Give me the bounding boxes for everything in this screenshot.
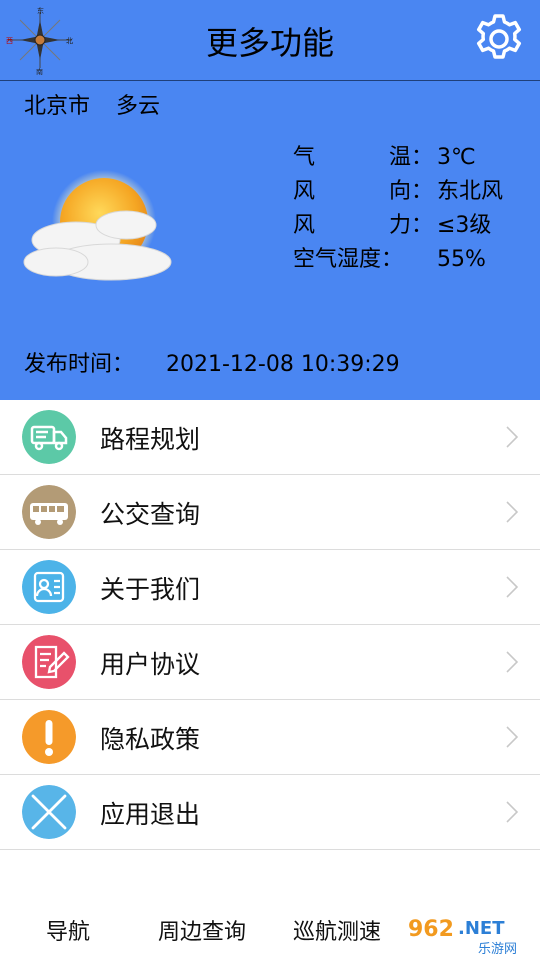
menu-item-label: 隐私政策 — [100, 725, 201, 754]
menu-item-label: 公交查询 — [100, 500, 201, 529]
chevron-right-icon — [506, 426, 518, 448]
page-title: 更多功能 — [205, 24, 334, 62]
menu-item-bus-query[interactable]: 公交查询 — [0, 475, 540, 550]
menu-item-label: 用户协议 — [100, 650, 201, 679]
weather-stats: 气温： 3℃ 风向： 东北风 风力： ≤3级 空气湿度： 55% — [293, 141, 503, 277]
stat-humidity: 空气湿度： 55% — [293, 243, 503, 277]
tab-cruise-speed[interactable]: 巡航测速 — [293, 914, 381, 946]
menu-item-exit-app[interactable]: 应用退出 — [0, 775, 540, 850]
compass-south-label: 南 — [36, 67, 43, 76]
chevron-right-icon — [506, 501, 518, 523]
edit-document-icon — [22, 635, 76, 689]
stat-label: 向： — [388, 179, 433, 204]
close-x-icon — [22, 785, 76, 839]
bus-icon — [22, 485, 76, 539]
menu-item-route-planning[interactable]: 路程规划 — [0, 400, 540, 475]
cloudy-sun-icon — [23, 170, 172, 281]
publish-time: 2021-12-08 10:39:29 — [166, 352, 400, 377]
top-bar: 东 北 南 西 更多功能 — [0, 0, 540, 81]
stat-label: 空气湿度： — [293, 247, 404, 272]
watermark-logo: 962 .NET 乐游网 — [402, 912, 532, 958]
weather-header: 东 北 南 西 更多功能 北京市 多云 气 温： 3℃ 风 向： 东北风 风 力… — [0, 0, 540, 400]
wind-direction-value: 东北风 — [437, 179, 504, 204]
stat-label: 气 — [293, 145, 316, 170]
stat-label: 风 — [293, 213, 316, 238]
tab-navigation[interactable]: 导航 — [46, 914, 90, 946]
chevron-right-icon — [506, 576, 518, 598]
temperature-value: 3℃ — [437, 145, 476, 170]
menu-item-label: 路程规划 — [100, 425, 201, 454]
stat-temperature: 气 温： 3℃ — [293, 141, 503, 175]
stat-label: 力： — [388, 213, 433, 238]
menu-item-about-us[interactable]: 关于我们 — [0, 550, 540, 625]
chevron-right-icon — [506, 651, 518, 673]
tab-nearby-search[interactable]: 周边查询 — [158, 914, 246, 946]
exclamation-icon — [22, 710, 76, 764]
menu-item-user-agreement[interactable]: 用户协议 — [0, 625, 540, 700]
feature-menu: 路程规划 公交查询 关于我们 用户协议 隐私政策 应用退出 — [0, 400, 540, 850]
stat-label: 风 — [293, 179, 316, 204]
settings-gear-icon[interactable] — [472, 12, 526, 66]
menu-item-privacy-policy[interactable]: 隐私政策 — [0, 700, 540, 775]
publish-time-line: 发布时间： 2021-12-08 10:39:29 — [24, 346, 400, 378]
stat-wind-direction: 风 向： 东北风 — [293, 175, 503, 209]
svg-text:.NET: .NET — [458, 918, 505, 939]
truck-icon — [22, 410, 76, 464]
menu-item-label: 关于我们 — [100, 575, 201, 604]
compass-north-label: 东 — [37, 6, 44, 15]
publish-label: 发布时间： — [24, 352, 135, 377]
humidity-value: 55% — [437, 247, 486, 272]
weather-condition: 多云 — [116, 94, 161, 119]
stat-label: 温： — [388, 145, 433, 170]
location-line: 北京市 多云 — [24, 88, 186, 120]
profile-card-icon — [22, 560, 76, 614]
menu-item-label: 应用退出 — [100, 800, 201, 829]
chevron-right-icon — [506, 801, 518, 823]
chevron-right-icon — [506, 726, 518, 748]
svg-text:乐游网: 乐游网 — [478, 942, 517, 957]
city-label: 北京市 — [24, 94, 91, 119]
svg-text:962: 962 — [408, 917, 454, 942]
stat-wind-force: 风 力： ≤3级 — [293, 209, 503, 243]
wind-force-value: ≤3级 — [437, 213, 492, 238]
